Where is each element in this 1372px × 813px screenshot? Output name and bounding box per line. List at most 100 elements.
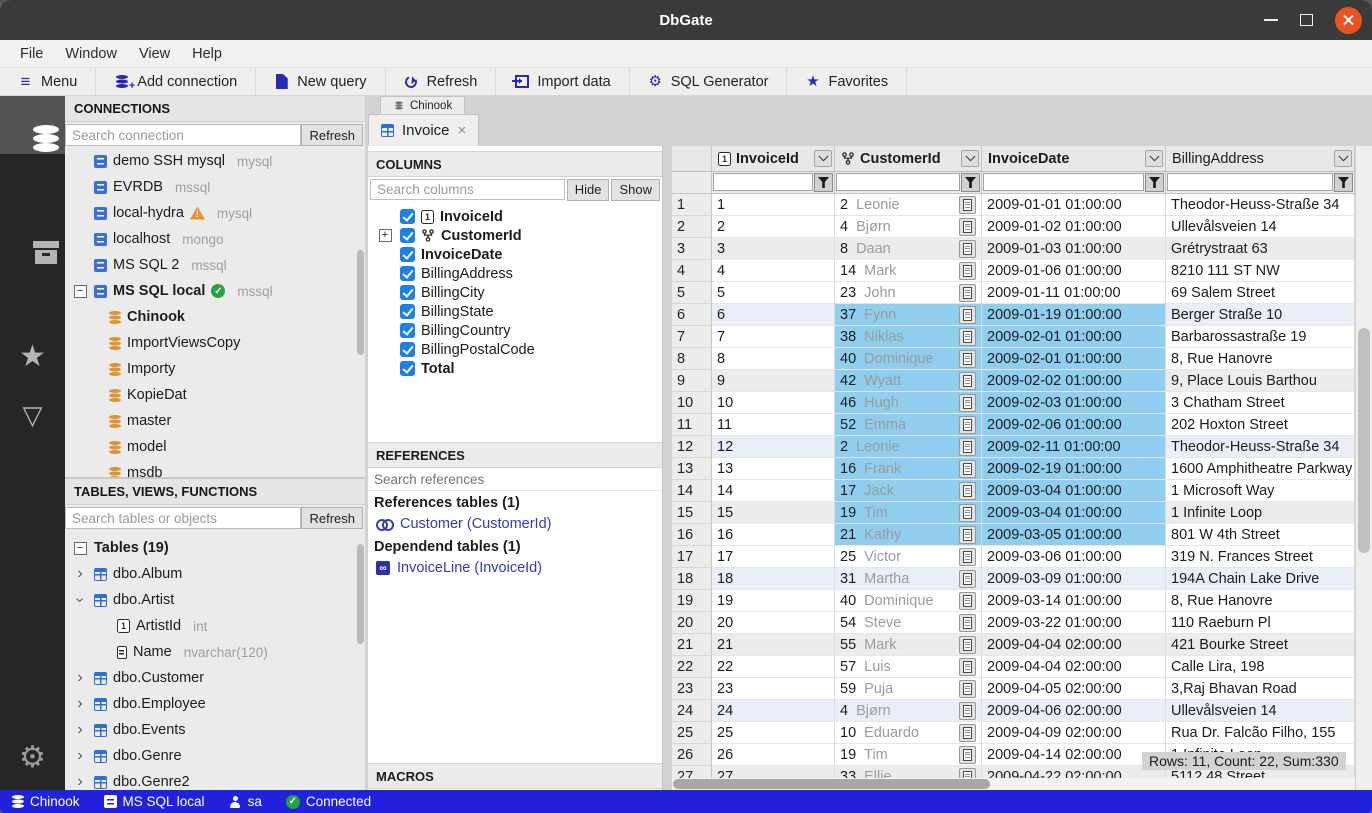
chevron-down-icon[interactable]: ›	[73, 597, 87, 602]
cell-billingaddress[interactable]: 194A Chain Lake Drive	[1166, 568, 1355, 590]
row-number-cell[interactable]: 20	[672, 612, 712, 634]
cell-billingaddress[interactable]: 110 Raeburn Pl	[1166, 612, 1355, 634]
document-icon[interactable]	[959, 438, 976, 456]
row-number-cell[interactable]: 18	[672, 568, 712, 590]
cell-billingaddress[interactable]: 69 Salem Street	[1166, 282, 1355, 304]
chevron-right-icon[interactable]: ›	[77, 749, 82, 763]
search-references-input[interactable]	[368, 470, 662, 490]
cell-customerid[interactable]: 42Wyatt	[835, 370, 982, 392]
cell-invoiceid[interactable]: 26	[712, 744, 835, 766]
document-icon[interactable]	[959, 658, 976, 676]
filter-input-invoicedate[interactable]	[983, 173, 1144, 191]
cell-customerid[interactable]: 31Martha	[835, 568, 982, 590]
cell-invoiceid[interactable]: 17	[712, 546, 835, 568]
checkbox-checked-icon[interactable]	[400, 304, 415, 319]
cell-invoiceid[interactable]: 5	[712, 282, 835, 304]
checkbox-checked-icon[interactable]	[400, 361, 415, 376]
cell-invoiceid[interactable]: 9	[712, 370, 835, 392]
cell-customerid[interactable]: 40Dominique	[835, 590, 982, 612]
column-menu-button[interactable]	[961, 150, 979, 167]
cell-invoicedate[interactable]: 2009-01-06 01:00:00	[982, 260, 1166, 282]
cell-customerid[interactable]: 38Niklas	[835, 326, 982, 348]
cell-customerid[interactable]: 37Fynn	[835, 304, 982, 326]
cell-billingaddress[interactable]: 1600 Amphitheatre Parkway	[1166, 458, 1355, 480]
cell-invoicedate[interactable]: 2009-02-06 01:00:00	[982, 414, 1166, 436]
cell-billingaddress[interactable]: 1 Microsoft Way	[1166, 480, 1355, 502]
cell-invoiceid[interactable]: 20	[712, 612, 835, 634]
column-checkbox-row[interactable]: +CustomerId	[368, 226, 662, 245]
expand-icon[interactable]: +	[379, 229, 392, 242]
row-number-cell[interactable]: 7	[672, 326, 712, 348]
document-icon[interactable]	[959, 328, 976, 346]
cell-billingaddress[interactable]: 801 W 4th Street	[1166, 524, 1355, 546]
rail-item-archive[interactable]	[0, 212, 65, 270]
row-number-cell[interactable]: 10	[672, 392, 712, 414]
column-checkbox-row[interactable]: BillingState	[368, 302, 662, 321]
document-icon[interactable]	[959, 240, 976, 258]
rail-item-plugins[interactable]	[0, 270, 65, 328]
connections-refresh-button[interactable]: Refresh	[301, 124, 363, 146]
cell-invoiceid[interactable]: 2	[712, 216, 835, 238]
cell-invoicedate[interactable]: 2009-04-04 02:00:00	[982, 634, 1166, 656]
cell-billingaddress[interactable]: 319 N. Frances Street	[1166, 546, 1355, 568]
column-menu-button[interactable]	[1334, 150, 1352, 167]
column-menu-button[interactable]	[814, 150, 832, 167]
cell-billingaddress[interactable]: 1 Infinite Loop	[1166, 502, 1355, 524]
cell-invoicedate[interactable]: 2009-03-22 01:00:00	[982, 612, 1166, 634]
cell-customerid[interactable]: 25Victor	[835, 546, 982, 568]
cell-billingaddress[interactable]: Grétrystraat 63	[1166, 238, 1355, 260]
cell-billingaddress[interactable]: Berger Straße 10	[1166, 304, 1355, 326]
column-header-billingaddress[interactable]: BillingAddress	[1166, 146, 1355, 171]
cell-invoicedate[interactable]: 2009-01-03 01:00:00	[982, 238, 1166, 260]
chevron-right-icon[interactable]: ›	[77, 723, 82, 737]
toolbar-button-import-data[interactable]: Import data	[496, 68, 629, 95]
connection-item[interactable]: master	[65, 408, 365, 434]
cell-customerid[interactable]: 19Tim	[835, 502, 982, 524]
cell-billingaddress[interactable]: Barbarossastraße 19	[1166, 326, 1355, 348]
cell-customerid[interactable]: 52Emma	[835, 414, 982, 436]
cell-invoicedate[interactable]: 2009-03-09 01:00:00	[982, 568, 1166, 590]
document-icon[interactable]	[959, 196, 976, 214]
column-checkbox-row[interactable]: BillingPostalCode	[368, 340, 662, 359]
cell-invoicedate[interactable]: 2009-02-03 01:00:00	[982, 392, 1166, 414]
cell-customerid[interactable]: 59Puja	[835, 678, 982, 700]
chevron-right-icon[interactable]: ›	[77, 775, 82, 789]
connection-item[interactable]: −MS SQL localmssql	[65, 278, 365, 304]
cell-invoicedate[interactable]: 2009-04-09 02:00:00	[982, 722, 1166, 744]
cell-invoiceid[interactable]: 13	[712, 458, 835, 480]
menu-item-view[interactable]: View	[129, 43, 180, 65]
cell-invoiceid[interactable]: 12	[712, 436, 835, 458]
cell-invoiceid[interactable]: 24	[712, 700, 835, 722]
column-header-invoiceid[interactable]: 1InvoiceId	[712, 146, 835, 171]
tree-item[interactable]: Namenvarchar(120)	[65, 639, 365, 665]
tree-item[interactable]: ›dbo.Employee	[65, 691, 365, 717]
cell-customerid[interactable]: 40Dominique	[835, 348, 982, 370]
document-icon[interactable]	[959, 504, 976, 522]
tree-item[interactable]: −Tables (19)	[65, 535, 365, 561]
row-number-cell[interactable]: 4	[672, 260, 712, 282]
cell-invoiceid[interactable]: 23	[712, 678, 835, 700]
cell-customerid[interactable]: 16Frank	[835, 458, 982, 480]
column-checkbox-row[interactable]: Total	[368, 359, 662, 378]
connection-item[interactable]: Importy	[65, 356, 365, 382]
collapse-icon[interactable]: −	[74, 542, 87, 555]
minimize-icon[interactable]	[1264, 19, 1278, 21]
reference-link[interactable]: Customer (CustomerId)	[368, 513, 662, 535]
row-number-cell[interactable]: 21	[672, 634, 712, 656]
filter-input-invoiceid[interactable]	[713, 173, 813, 191]
row-number-cell[interactable]: 19	[672, 590, 712, 612]
document-icon[interactable]	[959, 680, 976, 698]
tree-item[interactable]: ›dbo.Artist	[65, 587, 365, 613]
grid-vscroll-thumb[interactable]	[1358, 328, 1370, 553]
filter-button[interactable]	[961, 173, 980, 192]
column-header-invoicedate[interactable]: InvoiceDate	[982, 146, 1166, 171]
rail-item-settings[interactable]: ⚙	[0, 736, 65, 780]
cell-invoicedate[interactable]: 2009-02-01 01:00:00	[982, 348, 1166, 370]
cell-customerid[interactable]: 4Bjørn	[835, 216, 982, 238]
connection-item[interactable]: ImportViewsCopy	[65, 330, 365, 356]
rail-item-favorites[interactable]: ★	[0, 328, 65, 386]
rail-item-databases[interactable]	[0, 96, 65, 154]
cell-customerid[interactable]: 46Hugh	[835, 392, 982, 414]
cell-invoiceid[interactable]: 1	[712, 194, 835, 216]
cell-invoicedate[interactable]: 2009-03-04 01:00:00	[982, 502, 1166, 524]
